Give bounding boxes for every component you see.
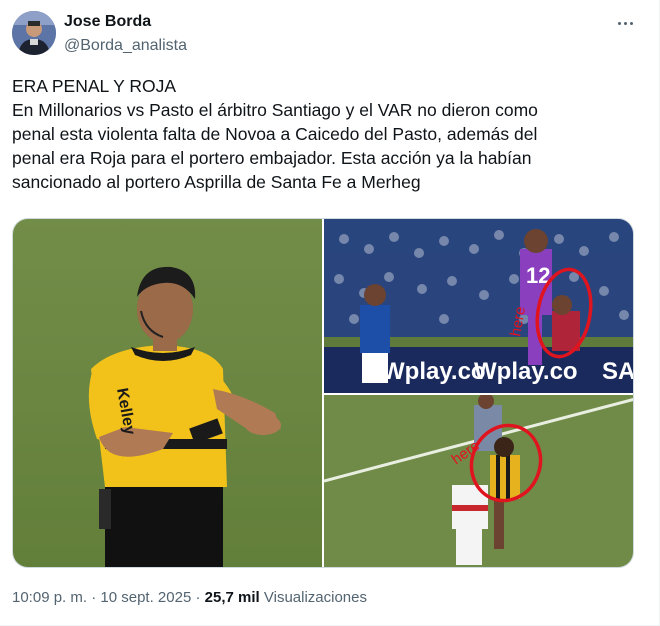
- tweet-line: En Millonarios vs Pasto el árbitro Santi…: [12, 100, 538, 120]
- media-image-foul-wide[interactable]: here: [324, 395, 633, 567]
- tweet-line: sancionado al portero Asprilla de Santa …: [12, 172, 421, 192]
- ad-board-3: SA: [602, 358, 634, 385]
- author-name[interactable]: Jose Borda: [64, 13, 151, 31]
- tweet-meta: 10:09 p. m. · 10 sept. 2025 · 25,7 mil V…: [12, 589, 367, 606]
- tweet-time[interactable]: 10:09 p. m.: [12, 589, 87, 606]
- media-grid: Kelley Wplay.co Wplay.co SA 12 here here: [12, 218, 634, 568]
- views-label: Visualizaciones: [263, 589, 367, 606]
- tweet-line: penal era Roja para el portero embajador…: [12, 148, 532, 168]
- tweet-card: Jose Borda @Borda_analista ERA PENAL Y R…: [0, 0, 660, 626]
- media-image-foul-closeup[interactable]: Wplay.co Wplay.co SA 12 here: [324, 219, 634, 393]
- tweet-line: penal esta violenta falta de Novoa a Cai…: [12, 124, 538, 144]
- author-handle[interactable]: @Borda_analista: [64, 37, 187, 55]
- avatar[interactable]: [12, 11, 56, 55]
- ad-board-2: Wplay.co: [474, 358, 578, 385]
- meta-separator: ·: [91, 589, 97, 606]
- tweet-date[interactable]: 10 sept. 2025: [100, 589, 191, 606]
- views-count: 25,7 mil: [204, 589, 260, 606]
- ad-board-1: Wplay.co: [382, 358, 486, 385]
- tweet-text: ERA PENAL Y ROJA En Millonarios vs Pasto…: [12, 74, 642, 194]
- more-options-icon[interactable]: [612, 12, 638, 34]
- dot: [629, 21, 633, 25]
- dot: [623, 21, 627, 25]
- tweet-line: ERA PENAL Y ROJA: [12, 76, 177, 96]
- meta-separator: ·: [195, 589, 201, 606]
- media-image-referee[interactable]: Kelley: [13, 219, 322, 567]
- dot: [617, 21, 621, 25]
